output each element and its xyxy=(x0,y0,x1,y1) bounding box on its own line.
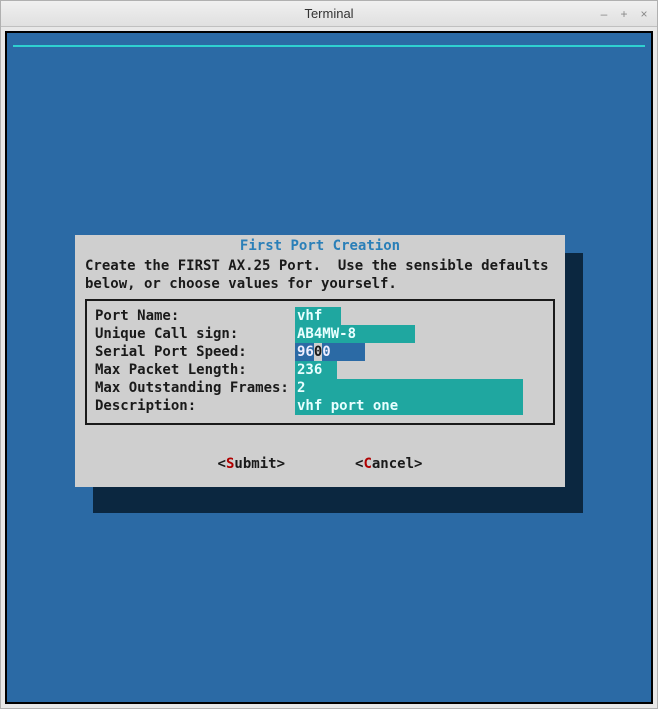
submit-button[interactable]: <Submit> xyxy=(218,455,285,473)
max-packet-len-field[interactable]: 236 xyxy=(295,361,337,379)
port-name-label: Port Name: xyxy=(95,307,295,325)
serial-speed-label: Serial Port Speed: xyxy=(95,343,295,361)
dialog-description: Create the FIRST AX.25 Port. Use the sen… xyxy=(85,257,555,293)
dialog-buttons: <Submit> <Cancel> xyxy=(85,455,555,473)
callsign-field[interactable]: AB4MW-8 xyxy=(295,325,415,343)
cancel-button[interactable]: <Cancel> xyxy=(355,455,422,473)
dialog-title: First Port Creation xyxy=(85,237,555,255)
close-button[interactable]: × xyxy=(635,6,653,22)
max-out-frames-label: Max Outstanding Frames: xyxy=(95,379,295,397)
serial-speed-field[interactable]: 9600 xyxy=(295,343,365,361)
description-label: Description: xyxy=(95,397,295,415)
max-packet-len-label: Max Packet Length: xyxy=(95,361,295,379)
terminal-area: First Port Creation Create the FIRST AX.… xyxy=(5,31,653,704)
max-out-frames-field[interactable]: 2 xyxy=(295,379,523,397)
description-field[interactable]: vhf port one xyxy=(295,397,523,415)
callsign-label: Unique Call sign: xyxy=(95,325,295,343)
form-box: Port Name: vhf Unique Call sign: AB4MW-8… xyxy=(85,299,555,425)
port-name-field[interactable]: vhf xyxy=(295,307,341,325)
terminal-window: Terminal – + × First Port Creation Creat… xyxy=(0,0,658,709)
port-creation-dialog: First Port Creation Create the FIRST AX.… xyxy=(75,235,565,487)
titlebar[interactable]: Terminal – + × xyxy=(1,1,657,27)
maximize-button[interactable]: + xyxy=(615,6,633,22)
window-controls: – + × xyxy=(595,1,653,27)
minimize-button[interactable]: – xyxy=(595,6,613,22)
window-title: Terminal xyxy=(304,6,353,21)
divider xyxy=(13,45,645,47)
